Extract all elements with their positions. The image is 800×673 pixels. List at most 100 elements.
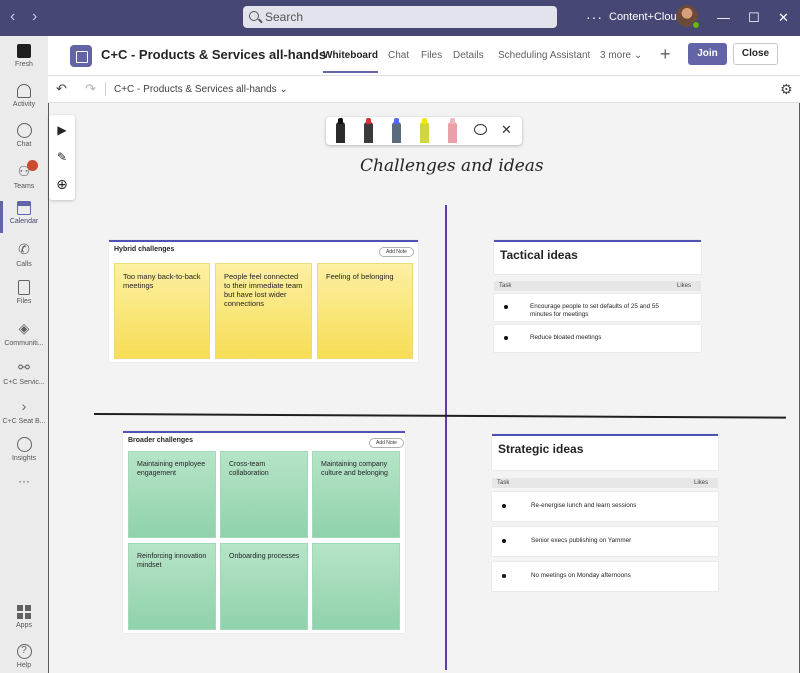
lasso-select-icon[interactable] (474, 124, 487, 135)
services-icon: ⚯ (18, 359, 30, 375)
whiteboard-toolbar: ↶ ↷ C+C - Products & Services all-hands … (48, 76, 800, 103)
select-pointer-icon[interactable]: ▶ (49, 117, 75, 143)
eraser-icon[interactable] (448, 118, 457, 143)
app-rail: Fresh Activity Chat ⚇ Teams Calendar ✆ C… (0, 36, 48, 673)
maximize-icon[interactable]: ☐ (748, 10, 760, 26)
chat-icon (16, 123, 32, 138)
undo-icon[interactable]: ↶ (56, 81, 67, 97)
minimize-icon[interactable]: — (717, 10, 730, 25)
tactical-column-header: Task Likes (494, 281, 701, 291)
tab-scheduling-assistant[interactable]: Scheduling Assistant (498, 50, 590, 61)
tab-files[interactable]: Files (421, 50, 442, 61)
meeting-title: C+C - Products & Services all-hands (101, 47, 327, 62)
rail-item-chat[interactable]: Chat (0, 119, 48, 159)
hybrid-challenges-panel[interactable]: Hybrid challenges Add Note Too many back… (109, 240, 418, 362)
help-icon: ? (16, 644, 32, 659)
rail-item-insights[interactable]: Insights (0, 433, 48, 473)
rail-item-teams[interactable]: ⚇ Teams (0, 158, 48, 198)
panel-title: Hybrid challenges (114, 246, 175, 253)
redo-icon[interactable]: ↷ (85, 81, 96, 97)
strategic-ideas-header[interactable]: Strategic ideas (492, 434, 718, 470)
blue-pen-icon[interactable] (392, 118, 401, 143)
tab-whiteboard[interactable]: Whiteboard (323, 50, 378, 73)
org-name[interactable]: Content+Cloud (609, 11, 683, 23)
phone-icon: ✆ (18, 241, 30, 257)
panel-title: Broader challenges (128, 437, 193, 444)
rail-item-apps[interactable]: Apps (0, 601, 48, 641)
calendar-icon (17, 201, 31, 215)
broader-challenges-panel[interactable]: Broader challenges Add Note Maintaining … (123, 431, 405, 633)
rail-item-calls[interactable]: ✆ Calls (0, 236, 48, 276)
strategic-column-header: Task Likes (492, 478, 718, 488)
settings-gear-icon[interactable]: ⚙ (780, 81, 793, 98)
list-item[interactable]: Senior execs publishing on Yammer (492, 527, 718, 556)
sticky-note[interactable]: Cross-team collaboration (220, 451, 308, 538)
rail-item-activity[interactable]: Activity (0, 80, 48, 120)
file-icon (18, 280, 30, 295)
join-button[interactable]: Join (688, 43, 727, 65)
fresh-app-icon (17, 44, 31, 58)
seat-booking-icon: › (21, 398, 27, 414)
more-options-icon[interactable]: ··· (586, 9, 603, 25)
chevron-down-icon: ⌄ (633, 50, 643, 61)
sticky-note[interactable]: Reinforcing innovation mindset (128, 543, 216, 630)
add-tab-icon[interactable]: + (660, 44, 671, 65)
search-icon (249, 11, 259, 21)
highlighter-icon[interactable] (420, 118, 429, 143)
bullet-icon (502, 504, 506, 508)
back-arrow-icon[interactable]: ‹ (10, 8, 15, 26)
rail-more-apps[interactable]: ··· (0, 474, 48, 514)
black-pen-icon[interactable] (336, 118, 345, 143)
add-note-button[interactable]: Add Note (379, 247, 414, 257)
rail-item-cc-seat-booking[interactable]: › C+C Seat B... (0, 393, 48, 433)
sticky-note[interactable]: Onboarding processes (220, 543, 308, 630)
bullet-icon (502, 539, 506, 543)
presence-available-icon (692, 21, 700, 29)
add-note-button[interactable]: Add Note (369, 438, 404, 448)
forward-arrow-icon[interactable]: › (32, 8, 37, 26)
pen-tool-icon[interactable]: ✎ (49, 144, 75, 170)
add-item-icon[interactable]: ⊕ (49, 171, 75, 197)
rail-item-calendar[interactable]: Calendar (0, 197, 48, 237)
search-placeholder: Search (265, 10, 304, 24)
close-tray-icon[interactable]: ✕ (501, 122, 512, 138)
vertical-divider-line (445, 205, 447, 670)
bell-icon (17, 84, 31, 98)
tactical-ideas-header[interactable]: Tactical ideas (494, 240, 701, 274)
sticky-note-empty[interactable] (312, 543, 400, 630)
rail-item-help[interactable]: ? Help (0, 640, 48, 673)
list-item[interactable]: Reduce bloated meetings (494, 325, 701, 352)
list-item[interactable]: No meetings on Monday afternoons (492, 562, 718, 591)
bullet-icon (502, 574, 506, 578)
sticky-note[interactable]: Maintaining company culture and belongin… (312, 451, 400, 538)
rail-item-files[interactable]: Files (0, 276, 48, 316)
sticky-note[interactable]: Too many back-to-back meetings (114, 263, 210, 359)
window-close-icon[interactable]: ✕ (778, 10, 789, 26)
list-item[interactable]: Re-energise lunch and learn sessions (492, 492, 718, 521)
strategic-ideas-title: Strategic ideas (498, 442, 584, 456)
sticky-note[interactable]: Maintaining employee engagement (128, 451, 216, 538)
tab-chat[interactable]: Chat (388, 50, 409, 61)
close-button[interactable]: Close (733, 43, 778, 65)
bullet-icon (504, 305, 508, 309)
divider (105, 82, 106, 96)
search-input[interactable]: Search (243, 6, 557, 28)
rail-item-cc-services[interactable]: ⚯ C+C Servic... (0, 354, 48, 394)
board-heading: Challenges and ideas (360, 156, 544, 176)
title-bar: ‹ › Search ··· Content+Cloud — ☐ ✕ (0, 0, 800, 36)
meeting-calendar-icon (70, 45, 92, 67)
rail-item-communities[interactable]: ◈ Communiti... (0, 315, 48, 355)
rail-item-fresh[interactable]: Fresh (0, 40, 48, 80)
red-pen-icon[interactable] (364, 118, 373, 143)
whiteboard-title-dropdown[interactable]: C+C - Products & Services all-hands ⌄ (114, 84, 288, 95)
canvas-tools: ▶ ✎ ⊕ (49, 115, 75, 200)
avatar[interactable] (676, 5, 700, 29)
tab-details[interactable]: Details (453, 50, 484, 61)
yammer-icon: ◈ (18, 320, 30, 336)
list-item[interactable]: Encourage people to set defaults of 25 a… (494, 294, 701, 321)
meeting-header: C+C - Products & Services all-hands Whit… (48, 36, 800, 76)
sticky-note[interactable]: People feel connected to their immediate… (215, 263, 312, 359)
tactical-ideas-title: Tactical ideas (500, 248, 578, 262)
tab-more[interactable]: 3 more ⌄ (600, 50, 642, 61)
sticky-note[interactable]: Feeling of belonging (317, 263, 413, 359)
